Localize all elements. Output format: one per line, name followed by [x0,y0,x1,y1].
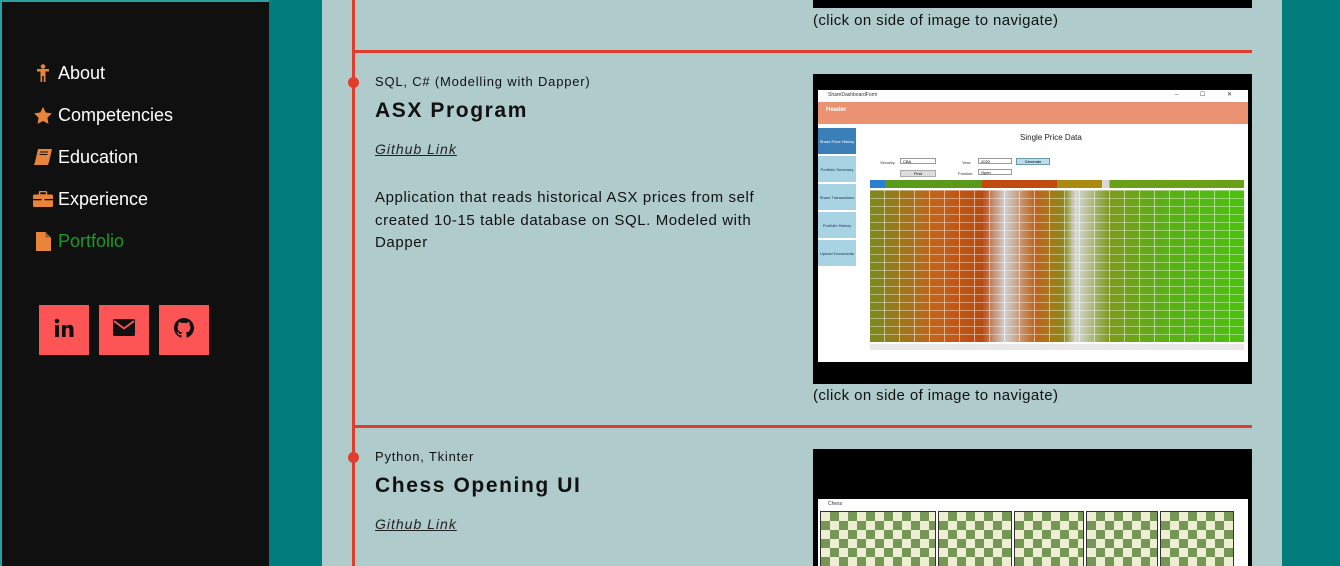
github-link[interactable]: Github Link [375,141,457,157]
year-field: 2020 [978,158,1012,164]
nav-label-experience: Experience [58,188,149,209]
nav-item-experience[interactable]: Experience [32,178,173,220]
project-screenshot-asx[interactable]: ShareDashboardForm – ☐ ✕ Header Share Pr… [813,74,1252,384]
app-tabs: Share Price History Portfolio Summary Sh… [818,128,856,268]
github-button[interactable] [159,305,209,355]
app-tab: Share Transactions [818,184,856,210]
nav-label-competencies: Competencies [58,104,174,125]
nav-item-portfolio[interactable]: Portfolio [32,220,173,262]
security-label: Security: [880,160,896,165]
security-field: CBA [900,158,936,164]
project-title: Chess Opening UI [375,474,582,497]
grid-scrollbar [870,344,1244,350]
star-icon [32,106,54,124]
window-controls: – ☐ ✕ [1174,92,1242,98]
sidebar: About Competencies Education Experience … [0,0,269,566]
project-divider [352,50,1252,53]
email-button[interactable] [99,305,149,355]
timeline-dot [348,452,359,463]
project-title: ASX Program [375,99,528,122]
window-title: Chess [828,501,843,507]
nav-label-portfolio: Portfolio [58,230,125,251]
year-label: Year: [962,160,972,165]
nav-label-about: About [58,62,106,83]
nav-item-about[interactable]: About [32,52,173,94]
app-page-title: Single Price Data [1020,133,1082,142]
github-link[interactable]: Github Link [375,516,457,532]
project-chess: Python, Tkinter Chess Opening UI Github … [375,449,765,534]
nav-item-competencies[interactable]: Competencies [32,94,173,136]
window-title: ShareDashboardForm – ☐ ✕ [828,92,1242,98]
timeline-dot [348,77,359,88]
chess-board [1160,511,1234,566]
price-grid-header [870,180,1244,188]
person-icon [32,64,54,82]
find-button: Find [900,170,936,177]
social-links [39,305,209,355]
image-caption: (click on side of image to navigate) [813,387,1059,404]
price-heatmap-grid [870,190,1244,342]
app-tab: Upload Documents [818,240,856,266]
project-tech: SQL, C# (Modelling with Dapper) [375,74,591,89]
app-header: Header [818,102,1248,124]
chess-board [820,511,936,566]
app-tab: Portfolio History [818,212,856,238]
project-tech: Python, Tkinter [375,449,475,464]
chess-board [1014,511,1084,566]
project-divider [352,425,1252,428]
position-field: Open [978,169,1012,175]
previous-project-screenshot[interactable] [813,0,1252,8]
linkedin-icon [54,318,74,343]
project-asx: SQL, C# (Modelling with Dapper) ASX Prog… [375,74,765,255]
project-screenshot-chess[interactable]: Chess [813,449,1252,566]
position-label: Position: [958,171,974,176]
previous-image-caption: (click on side of image to navigate) [813,12,1059,29]
app-tab: Share Price History [818,128,856,154]
portfolio-content: (click on side of image to navigate) SQL… [322,0,1282,566]
chess-board [938,511,1012,566]
envelope-icon [113,319,135,341]
linkedin-button[interactable] [39,305,89,355]
generate-button: Generate [1016,158,1050,165]
chess-board [1086,511,1158,566]
nav-label-education: Education [58,146,139,167]
github-icon [174,317,194,343]
sidebar-nav: About Competencies Education Experience … [32,52,173,262]
app-window: Chess [818,499,1248,566]
book-icon [32,149,54,165]
nav-item-education[interactable]: Education [32,136,173,178]
app-window: ShareDashboardForm – ☐ ✕ Header Share Pr… [818,90,1248,362]
briefcase-icon [32,191,54,207]
app-tab: Portfolio Summary [818,156,856,182]
file-icon [32,231,54,251]
project-description: Application that reads historical ASX pr… [375,189,755,251]
